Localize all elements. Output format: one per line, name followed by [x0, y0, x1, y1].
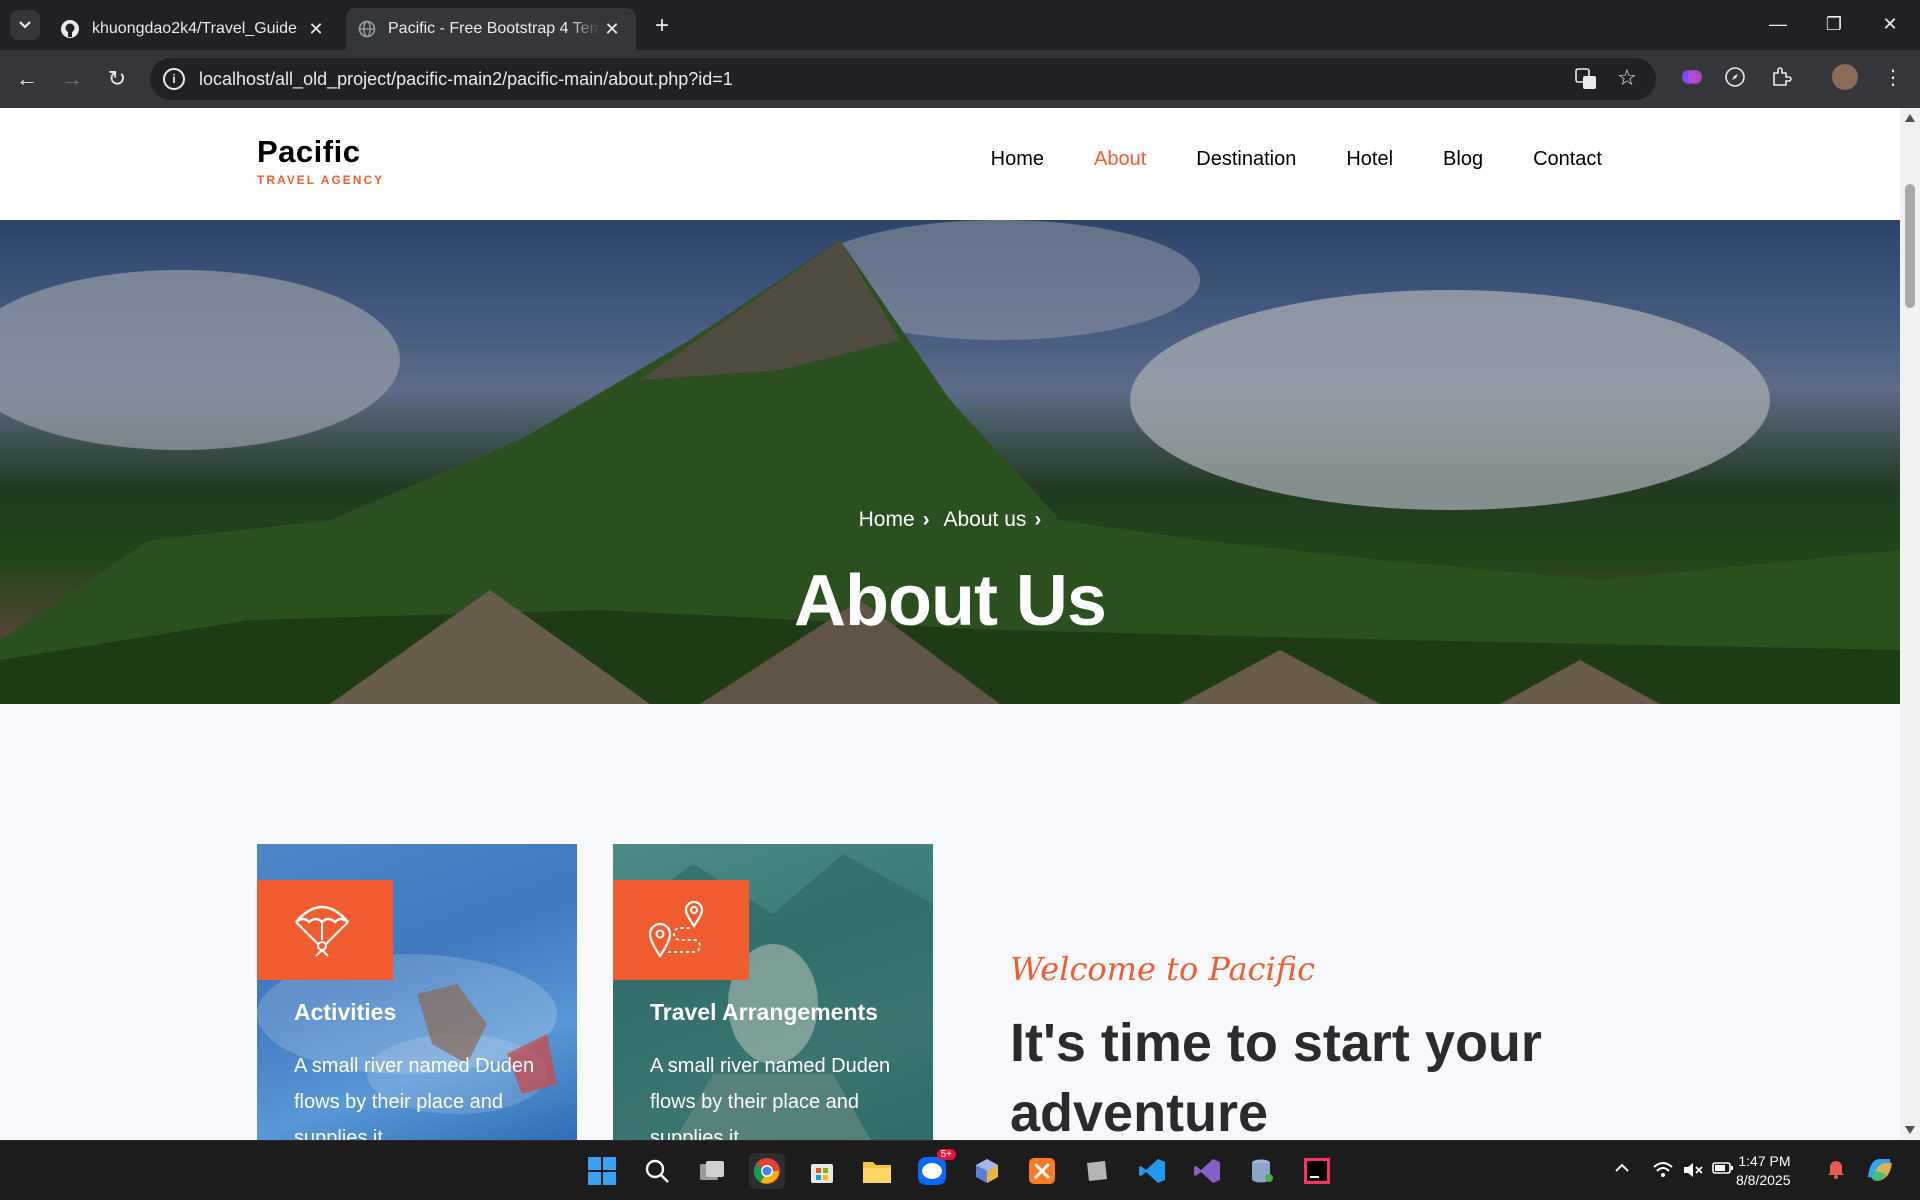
- service-card-activities[interactable]: Activities A small river named Duden flo…: [257, 844, 577, 1140]
- nav-destination[interactable]: Destination: [1196, 148, 1296, 171]
- scroll-thumb[interactable]: [1905, 184, 1915, 308]
- address-bar[interactable]: i localhost/all_old_project/pacific-main…: [150, 58, 1656, 100]
- wifi-icon[interactable]: [1652, 1161, 1674, 1184]
- vscode-icon[interactable]: [1134, 1153, 1170, 1189]
- breadcrumb-current: About us: [943, 508, 1027, 531]
- zalo-icon[interactable]: 5+: [914, 1149, 956, 1189]
- back-icon[interactable]: ←: [12, 64, 42, 94]
- file-explorer-icon[interactable]: [859, 1153, 895, 1189]
- brand-tagline: TRAVEL AGENCY: [257, 173, 385, 187]
- breadcrumb-home[interactable]: Home: [859, 508, 915, 531]
- site-info-icon[interactable]: i: [163, 68, 185, 90]
- nav-home[interactable]: Home: [991, 148, 1044, 171]
- activities-badge: [257, 880, 393, 980]
- tab-strip: khuongdao2k4/Travel_Guide ✕ Pacific - Fr…: [0, 0, 1920, 50]
- main-menu: Home About Destination Hotel Blog Contac…: [991, 148, 1602, 171]
- xampp-icon[interactable]: [1024, 1153, 1060, 1189]
- brand-name: Pacific: [257, 134, 361, 169]
- notification-bell-icon[interactable]: [1826, 1158, 1846, 1185]
- cube-app-icon[interactable]: [969, 1153, 1005, 1189]
- taskbar: 5+ 1:47 PM 8/8/2025: [0, 1140, 1920, 1200]
- chevron-right-icon: ›: [1034, 508, 1042, 531]
- visual-studio-icon[interactable]: [1189, 1153, 1225, 1189]
- card-text: A small river named Duden flows by their…: [294, 1055, 535, 1140]
- nav-hotel[interactable]: Hotel: [1346, 148, 1393, 171]
- show-hidden-icons[interactable]: [1614, 1161, 1630, 1179]
- intro-headline: It's time to start your adventure: [1010, 1013, 1542, 1140]
- breadcrumb: Home › About us ›: [0, 508, 1900, 532]
- search-icon[interactable]: [639, 1153, 675, 1189]
- compass-icon[interactable]: [1722, 64, 1748, 90]
- notification-badge: 5+: [936, 1149, 956, 1160]
- scroll-up-icon[interactable]: [1905, 114, 1915, 122]
- tab-title: khuongdao2k4/Travel_Guide: [92, 20, 297, 37]
- bookmark-star-icon[interactable]: ☆: [1615, 65, 1639, 90]
- battery-icon[interactable]: [1712, 1161, 1734, 1180]
- close-tab-icon[interactable]: ✕: [600, 17, 624, 41]
- forward-icon[interactable]: →: [57, 64, 87, 94]
- hero-banner: Home › About us › About Us: [0, 220, 1900, 704]
- service-card-travel-arrangements[interactable]: Travel Arrangements A small river named …: [613, 844, 933, 1140]
- close-tab-icon[interactable]: ✕: [304, 17, 328, 41]
- tab-github[interactable]: khuongdao2k4/Travel_Guide ✕: [48, 8, 340, 50]
- system-clock[interactable]: 1:47 PM 8/8/2025: [1736, 1152, 1791, 1190]
- card-title: Activities: [294, 999, 397, 1025]
- travel-badge: [613, 880, 749, 980]
- card-text: A small river named Duden flows by their…: [650, 1055, 891, 1140]
- welcome-subheading: Welcome to Pacific: [1010, 950, 1315, 988]
- chevron-down-icon: [19, 21, 31, 29]
- extensions-puzzle-icon[interactable]: [1768, 64, 1794, 90]
- url-text[interactable]: localhost/all_old_project/pacific-main2/…: [199, 69, 733, 90]
- browser-toolbar: ← → ↻ i localhost/all_old_project/pacifi…: [0, 50, 1920, 108]
- nav-about[interactable]: About: [1094, 148, 1146, 171]
- windows-start-icon[interactable]: [584, 1153, 620, 1189]
- microsoft-store-icon[interactable]: [804, 1153, 840, 1189]
- profile-avatar[interactable]: [1832, 64, 1858, 90]
- reload-icon[interactable]: ↻: [102, 64, 132, 94]
- restore-icon[interactable]: ❐: [1806, 0, 1862, 48]
- clock-date: 8/8/2025: [1736, 1172, 1791, 1188]
- card-title: Travel Arrangements: [650, 999, 878, 1025]
- volume-muted-icon[interactable]: [1682, 1161, 1704, 1184]
- parachute-icon: [295, 905, 349, 957]
- route-pin-icon: [648, 900, 704, 958]
- tab-pacific[interactable]: Pacific - Free Bootstrap 4 Temp ✕: [346, 8, 636, 50]
- page-scrollbar[interactable]: [1900, 108, 1920, 1140]
- virtualbox-icon[interactable]: [1079, 1153, 1115, 1189]
- task-view-icon[interactable]: [694, 1153, 730, 1189]
- tab-search-button[interactable]: [10, 10, 40, 40]
- site-logo[interactable]: Pacific TRAVEL AGENCY: [257, 136, 384, 187]
- nav-contact[interactable]: Contact: [1533, 148, 1602, 171]
- new-tab-icon[interactable]: +: [648, 12, 676, 40]
- translate-icon[interactable]: [1574, 67, 1598, 91]
- database-app-icon[interactable]: [1244, 1153, 1280, 1189]
- intellij-icon[interactable]: [1299, 1153, 1335, 1189]
- close-window-icon[interactable]: ✕: [1862, 0, 1918, 48]
- minimize-icon[interactable]: —: [1750, 0, 1806, 48]
- chevron-right-icon: ›: [922, 508, 930, 531]
- site-navbar: Pacific TRAVEL AGENCY Home About Destina…: [0, 108, 1900, 220]
- globe-icon: [358, 20, 376, 38]
- chrome-icon[interactable]: [749, 1153, 785, 1189]
- nav-blog[interactable]: Blog: [1443, 148, 1483, 171]
- tab-title: Pacific - Free Bootstrap 4 Temp: [388, 20, 600, 37]
- clock-time: 1:47 PM: [1738, 1153, 1791, 1169]
- github-icon: [61, 20, 79, 38]
- scroll-down-icon[interactable]: [1905, 1126, 1915, 1134]
- more-menu-icon[interactable]: ⋮: [1880, 64, 1906, 90]
- extension-icon[interactable]: [1679, 64, 1705, 90]
- page-viewport: Pacific TRAVEL AGENCY Home About Destina…: [0, 108, 1900, 1140]
- copilot-icon[interactable]: [1864, 1153, 1896, 1190]
- page-title: About Us: [794, 561, 1107, 641]
